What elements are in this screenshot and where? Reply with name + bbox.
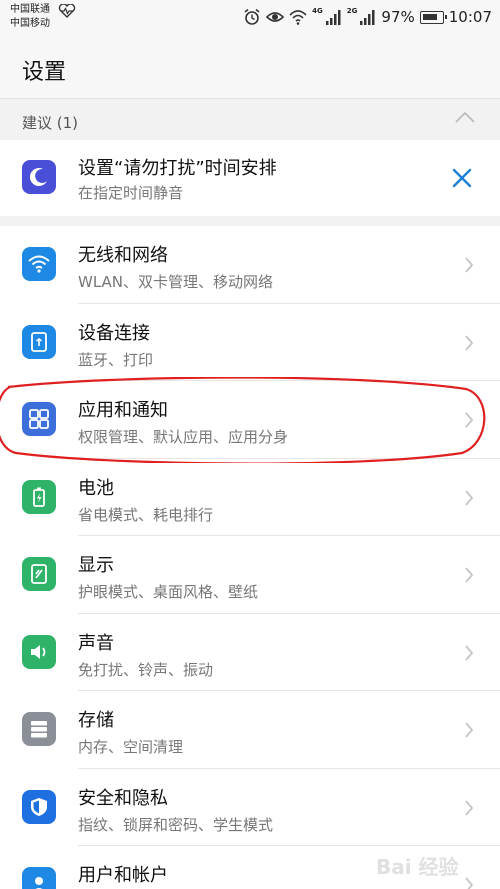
- battery-icon: [22, 479, 56, 514]
- suggestions-header[interactable]: 建议 (1): [0, 100, 500, 140]
- signal-1-icon: [325, 10, 341, 25]
- page-title: 设置: [22, 60, 67, 85]
- status-bar: 中国联通 中国移动 4G 2G 97% 10:07: [0, 0, 500, 36]
- network-type-2: 2G: [346, 7, 358, 15]
- chevron-right-icon: [465, 412, 474, 428]
- title-bar: 设置: [0, 36, 500, 99]
- apps-grid-icon: [22, 402, 56, 436]
- chevron-right-icon: [465, 257, 474, 273]
- item-label: 声音: [78, 632, 114, 654]
- item-subtitle: 指纹、锁屏和密码、学生模式: [78, 815, 274, 834]
- item-label: 用户和帐户: [78, 865, 168, 886]
- item-subtitle: 蓝牙、打印: [78, 350, 154, 369]
- carrier-names: 中国联通 中国移动: [10, 3, 50, 31]
- signal-2-icon: [360, 10, 375, 25]
- chevron-right-icon: [465, 567, 474, 583]
- item-label: 电池: [78, 477, 114, 499]
- shield-icon: [22, 789, 56, 824]
- settings-item-wireless-network[interactable]: 无线和网络 WLAN、双卡管理、移动网络: [0, 226, 500, 304]
- section-gap: [0, 216, 500, 226]
- suggestion-subtitle: 在指定时间静音: [78, 184, 184, 202]
- battery-status-icon: [419, 10, 447, 24]
- item-subtitle: 护眼模式、桌面风格、壁纸: [78, 583, 259, 601]
- settings-item-sound[interactable]: 声音 免打扰、铃声、振动: [0, 613, 500, 691]
- device-connection-icon: [22, 324, 56, 359]
- settings-item-display[interactable]: 显示 护眼模式、桌面风格、壁纸: [0, 536, 500, 614]
- user-icon: [22, 867, 56, 889]
- item-label: 显示: [78, 555, 114, 576]
- item-label: 存储: [78, 710, 114, 731]
- item-label: 安全和隐私: [78, 787, 168, 809]
- storage-icon: [22, 712, 56, 746]
- suggestion-card-dnd[interactable]: 设置“请勿打扰”时间安排 在指定时间静音: [0, 140, 500, 216]
- item-subtitle: 省电模式、耗电排行: [78, 505, 214, 524]
- close-icon[interactable]: [448, 164, 476, 192]
- chevron-right-icon: [465, 334, 474, 351]
- item-label: 应用和通知: [78, 400, 168, 421]
- status-icons: 4G 2G 97% 10:07: [243, 6, 492, 28]
- item-subtitle: WLAN、双卡管理、移动网络: [78, 273, 274, 291]
- settings-item-security-privacy[interactable]: 安全和隐私 指纹、锁屏和密码、学生模式: [0, 768, 500, 846]
- settings-screen: 中国联通 中国移动 4G 2G 97% 10:07 设置 建议 (1) 设置“请…: [0, 0, 500, 889]
- sound-icon: [22, 634, 56, 669]
- settings-item-battery[interactable]: 电池 省电模式、耗电排行: [0, 458, 500, 536]
- heart-rate-icon: [58, 4, 76, 18]
- suggestion-title: 设置“请勿打扰”时间安排: [78, 158, 277, 179]
- carrier-1: 中国联通: [10, 4, 50, 15]
- chevron-right-icon: [465, 722, 474, 738]
- settings-list: 无线和网络 WLAN、双卡管理、移动网络 设备连接 蓝牙、打印 应用和通知 权限…: [0, 226, 500, 889]
- clock: 10:07: [448, 8, 492, 26]
- settings-item-device-connection[interactable]: 设备连接 蓝牙、打印: [0, 303, 500, 381]
- moon-icon: [22, 160, 56, 194]
- item-subtitle: 免打扰、铃声、振动: [78, 660, 214, 679]
- chevron-up-icon[interactable]: [454, 110, 476, 124]
- item-label: 无线和网络: [78, 245, 168, 266]
- chevron-right-icon: [465, 799, 474, 816]
- carrier-2: 中国移动: [10, 18, 50, 29]
- chevron-right-icon: [465, 489, 474, 506]
- display-icon: [22, 557, 56, 591]
- wifi-status-icon: [289, 10, 307, 25]
- item-label: 设备连接: [78, 322, 150, 344]
- item-subtitle: 权限管理、默认应用、应用分身: [78, 428, 289, 446]
- settings-item-apps-notifications[interactable]: 应用和通知 权限管理、默认应用、应用分身: [0, 381, 500, 459]
- alarm-icon: [244, 8, 260, 25]
- chevron-right-icon: [465, 644, 474, 661]
- item-subtitle: 内存、空间清理: [78, 738, 184, 756]
- wifi-icon: [22, 247, 56, 281]
- baidu-watermark-logo: Bai 经验: [376, 855, 459, 879]
- network-type-1: 4G: [312, 7, 323, 15]
- eye-comfort-icon: [266, 12, 285, 22]
- watermark-text: Bai 经验: [376, 855, 459, 879]
- settings-item-storage[interactable]: 存储 内存、空间清理: [0, 691, 500, 769]
- battery-percent: 97%: [381, 8, 415, 26]
- suggestions-label: 建议 (1): [22, 114, 79, 132]
